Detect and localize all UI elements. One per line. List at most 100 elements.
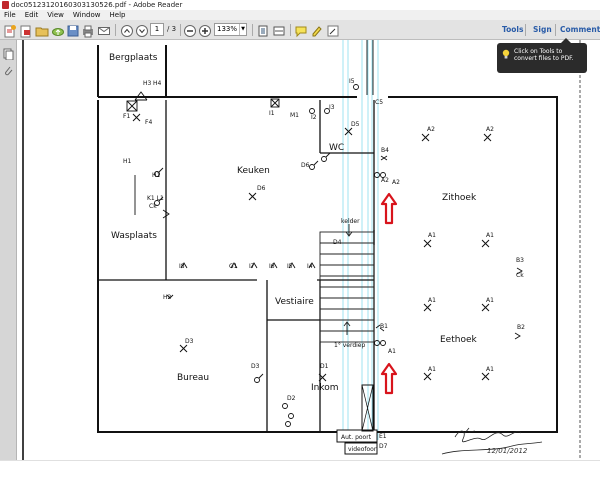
label-h1-2: H1 [152,172,161,179]
label-d3: D3 [185,338,194,345]
label-d6-2: D6 [257,185,266,192]
label-h3: H3 [143,80,152,87]
previous-page-icon[interactable] [120,23,134,37]
zoom-in-icon[interactable] [198,23,212,37]
label-f1: F1 [123,113,130,120]
label-i7: I7 [249,263,255,270]
open-file-icon[interactable] [35,23,49,37]
label-a2-3: A2 [381,177,389,184]
plan-notes: kelder 1° verdiep Aut. poort videofoon [334,218,378,453]
note-kelder: kelder [341,218,360,225]
cloud-upload-icon[interactable] [51,23,65,37]
label-d7: D7 [379,443,388,450]
sign-button[interactable]: Sign [533,23,552,37]
zoom-select[interactable]: 133% ▼ [214,23,247,36]
symbol-labels: H3 H4 F1 F4 I1 M1 I2 I3 I5 C5 D5 D6 B4 A… [123,78,525,450]
menu-view[interactable]: View [47,10,64,20]
signature-date: 12/01/2012 [487,447,528,455]
room-label-bergplaats: Bergplaats [109,53,158,63]
email-icon[interactable] [97,23,111,37]
navigation-pane [0,40,17,460]
label-d2: D2 [287,395,296,402]
label-g1: G1 [229,263,238,270]
label-d5: D5 [351,121,360,128]
label-i3: I3 [329,104,335,111]
create-pdf-icon[interactable] [3,23,17,38]
label-e1: E1 [379,433,387,440]
title-bar: doc05123120160303130526.pdf - Adobe Read… [0,0,600,10]
floor-plan-drawing: Bergplaats Keuken WC Zithoek Wasplaats V… [22,40,581,460]
label-a1-2: A1 [486,232,494,239]
label-d6: D6 [301,162,310,169]
page-total: / 3 [167,25,177,33]
attachments-icon[interactable] [3,62,14,76]
label-f4: F4 [145,119,152,126]
room-label-zithoek: Zithoek [442,193,477,203]
label-c5: C5 [375,99,383,106]
page-thumbnails-icon[interactable] [3,45,14,61]
chevron-down-icon: ▼ [239,24,246,35]
menu-help[interactable]: Help [110,10,126,20]
room-label-vestiaire: Vestiaire [275,297,314,307]
tooltip-text: Click on Tools to convert files to PDF. [514,48,574,62]
room-label-wasplaats: Wasplaats [111,231,157,241]
room-label-keuken: Keuken [237,166,270,176]
menu-edit[interactable]: Edit [25,10,39,20]
adobe-reader-window: doc05123120160303130526.pdf - Adobe Read… [0,0,600,480]
bottom-area [0,460,600,480]
toolbar: 1 / 3 133% ▼ Tools Sign Comment [0,20,600,40]
lightbulb-icon [502,49,510,59]
label-b4: B4 [381,147,389,154]
window-title: doc05123120160303130526.pdf - Adobe Read… [11,1,183,9]
label-h1: H1 [123,158,132,165]
note-videofoon: videofoon [348,446,378,453]
label-a1-3: A1 [388,348,396,355]
label-i5-2: I5 [287,263,293,270]
label-ck: Ck [149,203,157,210]
label-a1-1: A1 [428,232,436,239]
menu-file[interactable]: File [4,10,16,20]
page-number-input[interactable]: 1 [150,23,164,36]
label-b1: B1 [380,323,388,330]
label-i5: I5 [349,78,355,85]
label-ck-2: Ck [516,272,524,279]
tools-tooltip[interactable]: Click on Tools to convert files to PDF. [497,38,587,73]
document-view[interactable]: Bergplaats Keuken WC Zithoek Wasplaats V… [17,40,600,460]
tools-button[interactable]: Tools [502,23,523,37]
note-verdiep: 1° verdiep [334,342,365,349]
red-annotation-arrows [380,192,398,395]
label-h2: H2 [163,294,172,301]
tooltip-arrow [561,38,571,43]
comment-icon[interactable] [294,23,308,38]
toolbar-separator [252,24,253,36]
label-i4: I4 [307,263,313,270]
export-pdf-icon[interactable] [19,23,33,38]
label-d4: D4 [333,239,342,246]
zoom-out-icon[interactable] [183,23,197,37]
label-a1-6: A1 [428,366,436,373]
label-d1: D1 [320,363,329,370]
fit-width-icon[interactable] [272,23,286,37]
print-icon[interactable] [81,23,95,38]
note-aut-poort: Aut. poort [341,434,372,441]
fit-page-icon[interactable] [256,23,270,37]
scan-artifact-lines [342,40,379,440]
sign-pen-icon[interactable] [326,23,340,37]
adobe-reader-icon [2,1,9,9]
toolbar-separator [115,24,116,36]
next-page-icon[interactable] [135,23,149,37]
label-a2-1: A2 [427,126,435,133]
highlight-icon[interactable] [310,23,324,37]
label-d3-2: D3 [251,363,260,370]
label-a2-4: A2 [392,179,400,186]
label-a2-2: A2 [486,126,494,133]
save-icon[interactable] [66,23,80,37]
comment-button[interactable]: Comment [560,23,600,37]
label-b2: B2 [517,324,525,331]
menu-window[interactable]: Window [73,10,101,20]
label-h4: H4 [153,80,162,87]
label-a1-4: A1 [428,297,436,304]
room-label-bureau: Bureau [177,373,209,383]
label-a1-5: A1 [486,297,494,304]
room-label-wc: WC [329,143,344,153]
